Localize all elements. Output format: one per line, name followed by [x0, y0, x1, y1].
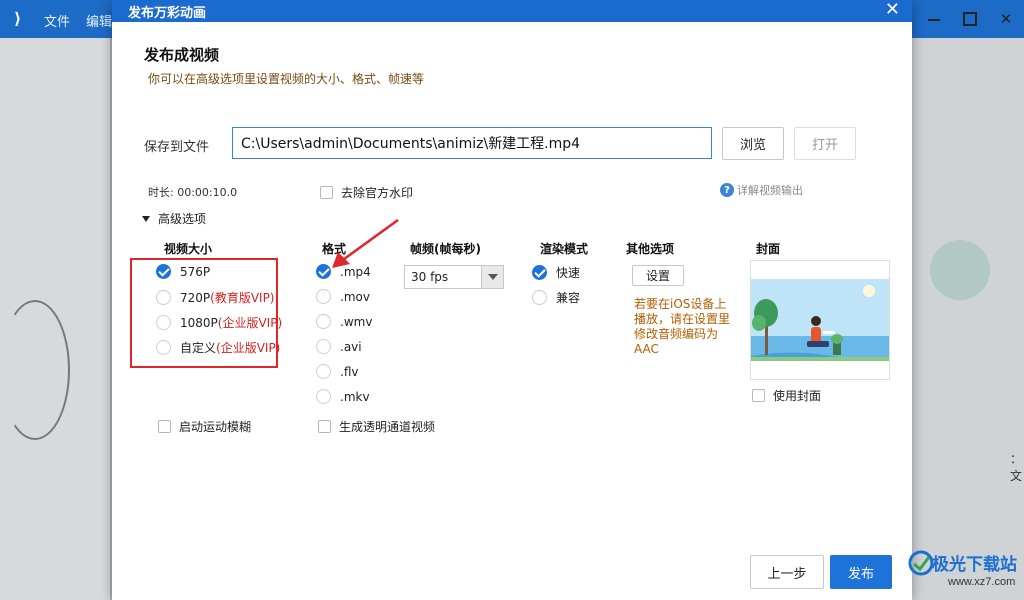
format-option-avi[interactable]: .avi — [316, 339, 362, 354]
publish-dialog: 发布万彩动画 ✕ 发布成视频 你可以在高级选项里设置视频的大小、格式、帧速等 保… — [112, 0, 912, 600]
help-link-text: 详解视频输出 — [737, 184, 803, 197]
cover-heading: 封面 — [756, 242, 781, 256]
fps-select[interactable]: 30 fps — [404, 265, 504, 289]
radio[interactable] — [316, 389, 331, 404]
transparent-video-label: 生成透明通道视频 — [339, 420, 436, 434]
page-subtitle: 你可以在高级选项里设置视频的大小、格式、帧速等 — [148, 72, 425, 86]
triangle-down-icon — [142, 215, 150, 222]
other-options-heading: 其他选项 — [626, 242, 675, 256]
dialog-titlebar: 发布万彩动画 ✕ — [112, 0, 912, 22]
close-icon[interactable]: ✕ — [885, 0, 900, 20]
ios-audio-note: 若要在iOS设备上播放，请在设置里修改音频编码为AAC — [634, 297, 731, 356]
help-link[interactable]: ? 详解视频输出 — [720, 182, 803, 198]
background-shape — [930, 240, 990, 300]
advanced-options-toggle[interactable]: 高级选项 — [142, 210, 206, 227]
radio[interactable] — [532, 290, 547, 305]
maximize-button[interactable] — [952, 0, 988, 38]
browse-button[interactable]: 浏览 — [722, 127, 784, 160]
remove-watermark-label: 去除官方水印 — [341, 186, 414, 200]
use-cover-checkbox[interactable]: 使用封面 — [752, 387, 821, 404]
render-option-label: 兼容 — [556, 291, 581, 305]
background-right-panel — [912, 38, 1024, 600]
radio[interactable] — [316, 289, 331, 304]
format-option-mkv[interactable]: .mkv — [316, 389, 370, 404]
render-option-fast[interactable]: 快速 — [532, 264, 580, 281]
annotation-arrow-icon — [332, 218, 399, 268]
menu-file[interactable]: 文件 — [44, 11, 70, 30]
format-option-wmv[interactable]: .wmv — [316, 314, 372, 329]
page-title: 发布成视频 — [144, 46, 220, 64]
video-size-heading: 视频大小 — [164, 242, 213, 256]
radio[interactable] — [316, 364, 331, 379]
motion-blur-checkbox[interactable]: 启动运动模糊 — [158, 418, 251, 435]
site-watermark: 极光下载站 www.xz7.com — [906, 548, 1024, 600]
use-cover-label: 使用封面 — [773, 389, 822, 403]
format-option-label: .mov — [340, 289, 370, 304]
checkbox-box[interactable] — [320, 186, 333, 199]
background-stroke-shape — [0, 300, 70, 440]
watermark-title: 极光下载站 — [932, 555, 1017, 575]
checkbox-box[interactable] — [318, 420, 331, 433]
help-icon: ? — [720, 183, 734, 197]
previous-button[interactable]: 上一步 — [750, 555, 824, 589]
fps-heading: 帧频(帧每秒) — [410, 242, 481, 256]
advanced-options-label: 高级选项 — [158, 212, 207, 226]
cover-illustration — [751, 261, 889, 379]
save-to-file-label: 保存到文件 — [144, 140, 210, 155]
checkbox-box[interactable] — [752, 389, 765, 402]
background-right-edge-text: ：文 — [1010, 452, 1023, 483]
open-button[interactable]: 打开 — [794, 127, 856, 160]
format-option-label: .avi — [340, 339, 362, 354]
chevron-down-icon[interactable] — [481, 266, 503, 288]
radio-checked[interactable] — [532, 265, 547, 280]
watermark-url: www.xz7.com — [948, 576, 1016, 588]
settings-button[interactable]: 设置 — [632, 265, 684, 286]
window-controls: ✕ — [916, 0, 1024, 38]
app-logo-icon: ⟩ — [14, 9, 22, 28]
format-option-label: .flv — [340, 364, 359, 379]
checkbox-box[interactable] — [158, 420, 171, 433]
fps-value: 30 fps — [411, 270, 449, 284]
publish-button[interactable]: 发布 — [830, 555, 892, 589]
render-mode-heading: 渲染模式 — [540, 242, 589, 256]
format-option-label: .wmv — [340, 314, 373, 329]
render-option-compatible[interactable]: 兼容 — [532, 289, 580, 306]
cover-thumbnail[interactable] — [750, 260, 890, 380]
motion-blur-label: 启动运动模糊 — [179, 420, 252, 434]
format-option-flv[interactable]: .flv — [316, 364, 358, 379]
transparent-video-checkbox[interactable]: 生成透明通道视频 — [318, 418, 435, 435]
radio[interactable] — [316, 339, 331, 354]
render-option-label: 快速 — [556, 266, 581, 280]
remove-watermark-checkbox[interactable]: 去除官方水印 — [320, 184, 413, 201]
file-path-input[interactable] — [232, 127, 712, 159]
watermark-logo-icon — [908, 550, 934, 576]
menu-edit[interactable]: 编辑 — [86, 11, 112, 30]
dialog-title: 发布万彩动画 — [128, 6, 207, 21]
format-option-mov[interactable]: .mov — [316, 289, 370, 304]
duration-text: 时长: 00:00:10.0 — [148, 186, 238, 199]
app-close-button[interactable]: ✕ — [988, 0, 1024, 38]
annotation-highlight-box — [130, 258, 278, 368]
format-option-label: .mkv — [340, 389, 370, 404]
radio[interactable] — [316, 314, 331, 329]
minimize-button[interactable] — [916, 0, 952, 38]
